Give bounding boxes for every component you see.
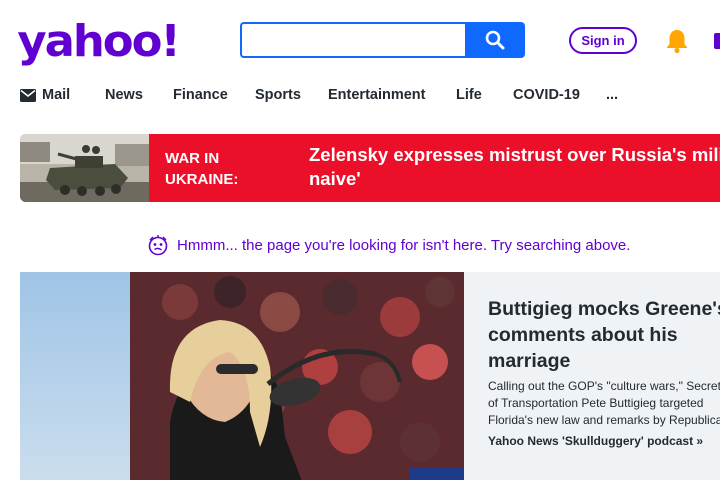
- nav-item-label: News: [105, 87, 143, 103]
- confused-face-icon: [148, 235, 168, 256]
- featured-story-image[interactable]: [20, 272, 464, 480]
- nav-item-label: Life: [456, 87, 482, 103]
- featured-story-card[interactable]: Buttigieg mocks Greene's comments about …: [20, 272, 720, 480]
- search-input[interactable]: [240, 22, 465, 58]
- search-button[interactable]: [465, 22, 525, 58]
- nav-more-button[interactable]: ...: [606, 87, 626, 103]
- search-icon: [485, 30, 505, 50]
- nav-item-news[interactable]: News: [105, 87, 173, 103]
- sign-in-button[interactable]: Sign in: [569, 27, 637, 54]
- nav-item-mail[interactable]: Mail: [20, 87, 105, 103]
- summary-line: Calling out the GOP's "culture wars," Se…: [488, 379, 720, 393]
- notification-bell-icon[interactable]: [663, 27, 691, 55]
- summary-line: of Transportation Pete Buttigieg targete…: [488, 396, 704, 410]
- nav-item-label: COVID-19: [513, 87, 580, 103]
- breaking-news-banner[interactable]: WAR IN UKRAINE: Zelensky expresses mistr…: [20, 134, 720, 202]
- main-nav: Mail News Finance Sports Entertainment L…: [20, 84, 626, 106]
- nav-item-finance[interactable]: Finance: [173, 87, 255, 103]
- banner-headline-line: naive': [309, 168, 361, 189]
- banner-headline-line: Zelensky expresses mistrust over Russia'…: [309, 144, 720, 165]
- featured-story-source-link[interactable]: Yahoo News 'Skullduggery' podcast »: [488, 434, 703, 448]
- featured-story-title[interactable]: Buttigieg mocks Greene's comments about …: [488, 296, 720, 374]
- not-found-text: Hmmm... the page you're looking for isn'…: [177, 236, 631, 254]
- banner-thumbnail: [20, 134, 149, 202]
- nav-item-label: Mail: [42, 87, 71, 103]
- nav-item-label: Sports: [255, 87, 301, 103]
- featured-story-summary: Calling out the GOP's "culture wars," Se…: [488, 378, 720, 429]
- title-line: comments about his: [488, 324, 678, 346]
- search-bar: [240, 22, 525, 58]
- banner-headline[interactable]: Zelensky expresses mistrust over Russia'…: [309, 143, 720, 191]
- mail-icon[interactable]: [714, 33, 720, 49]
- nav-item-label: Entertainment: [328, 87, 426, 103]
- mail-icon: [20, 88, 36, 102]
- nav-item-label: ...: [606, 87, 619, 103]
- summary-line: Florida's new law and remarks by Republi…: [488, 413, 720, 427]
- title-line: Buttigieg mocks Greene's: [488, 298, 720, 320]
- nav-item-label: Finance: [173, 87, 228, 103]
- nav-item-entertainment[interactable]: Entertainment: [328, 87, 456, 103]
- yahoo-logo[interactable]: yahoo!: [17, 18, 180, 66]
- banner-tag: WAR IN UKRAINE:: [165, 150, 239, 188]
- nav-item-sports[interactable]: Sports: [255, 87, 328, 103]
- nav-item-life[interactable]: Life: [456, 87, 513, 103]
- page-not-found-message: Hmmm... the page you're looking for isn'…: [147, 234, 630, 256]
- title-line: marriage: [488, 350, 571, 372]
- nav-item-covid[interactable]: COVID-19: [513, 87, 606, 103]
